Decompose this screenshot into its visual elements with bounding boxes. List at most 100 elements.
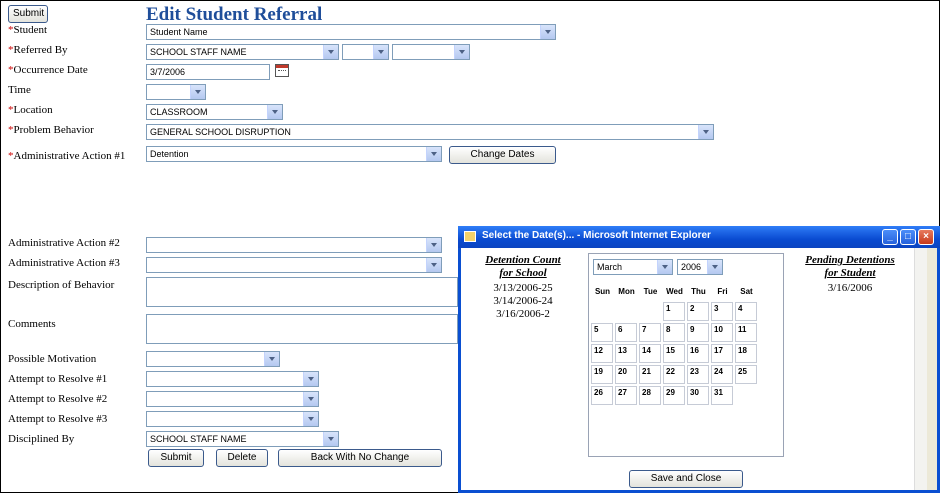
submit-button[interactable]: Submit	[148, 449, 204, 467]
ie-icon	[464, 231, 476, 242]
admin-action-3-select[interactable]	[146, 257, 442, 273]
calendar-day[interactable]: 26	[591, 386, 613, 405]
chevron-down-icon	[323, 45, 338, 59]
calendar-day[interactable]: 11	[735, 323, 757, 342]
calendar-day[interactable]: 6	[615, 323, 637, 342]
weekday-header: Thu	[691, 287, 706, 296]
chevron-down-icon	[454, 45, 469, 59]
location-label: *Location	[8, 104, 53, 116]
calendar-day[interactable]: 27	[615, 386, 637, 405]
calendar-day[interactable]: 31	[711, 386, 733, 405]
window-body: Detention Count for School 3/13/2006-25 …	[461, 248, 927, 490]
month-select[interactable]: March	[593, 259, 673, 275]
motivation-label: Possible Motivation	[8, 353, 97, 365]
list-item: 3/14/2006-24	[493, 295, 553, 307]
window-title: Select the Date(s)... - Microsoft Intern…	[482, 230, 711, 241]
calendar-day[interactable]: 2	[687, 302, 709, 321]
calendar-day[interactable]: 7	[639, 323, 661, 342]
calendar-day[interactable]: 12	[591, 344, 613, 363]
calendar-day[interactable]: 29	[663, 386, 685, 405]
calendar-day[interactable]: 24	[711, 365, 733, 384]
problem-behavior-select[interactable]: GENERAL SCHOOL DISRUPTION	[146, 124, 714, 140]
occurrence-date-input[interactable]: 3/7/2006	[146, 64, 270, 80]
admin-action-2-label: Administrative Action #2	[8, 237, 120, 249]
admin-action-2-select[interactable]	[146, 237, 442, 253]
calendar-icon[interactable]	[275, 64, 289, 77]
referred-by-label: *Referred By	[8, 44, 68, 56]
referred-by-select-2[interactable]	[342, 44, 389, 60]
calendar-grid: Sun Mon Tue Wed Thu Fri Sat 1 2 3 4 5 6 …	[589, 284, 759, 407]
chevron-down-icon	[657, 260, 672, 274]
calendar-day[interactable]: 4	[735, 302, 757, 321]
calendar-day[interactable]: 14	[639, 344, 661, 363]
calendar-day[interactable]: 22	[663, 365, 685, 384]
calendar-day[interactable]: 10	[711, 323, 733, 342]
admin-action-1-label: *Administrative Action #1	[8, 150, 126, 162]
maximize-icon[interactable]: □	[900, 229, 916, 245]
chevron-down-icon	[323, 432, 338, 446]
change-dates-button[interactable]: Change Dates	[449, 146, 556, 164]
calendar-day[interactable]: 20	[615, 365, 637, 384]
admin-action-1-select[interactable]: Detention	[146, 146, 442, 162]
window-titlebar[interactable]: Select the Date(s)... - Microsoft Intern…	[458, 226, 940, 248]
minimize-icon[interactable]: _	[882, 229, 898, 245]
chevron-down-icon	[267, 105, 282, 119]
calendar-day[interactable]: 19	[591, 365, 613, 384]
referred-by-select[interactable]: SCHOOL STAFF NAME	[146, 44, 339, 60]
resolve-3-label: Attempt to Resolve #3	[8, 413, 108, 425]
motivation-select[interactable]	[146, 351, 280, 367]
disciplined-by-select[interactable]: SCHOOL STAFF NAME	[146, 431, 339, 447]
window-scrollbar[interactable]	[914, 248, 927, 490]
description-label: Description of Behavior	[8, 279, 115, 291]
save-and-close-button[interactable]: Save and Close	[629, 470, 743, 488]
resolve-1-select[interactable]	[146, 371, 319, 387]
calendar-day[interactable]: 17	[711, 344, 733, 363]
chevron-down-icon	[303, 372, 318, 386]
resolve-1-label: Attempt to Resolve #1	[8, 373, 108, 385]
pending-detentions-list: 3/16/2006	[791, 282, 909, 295]
chevron-down-icon	[426, 238, 441, 252]
calendar-day[interactable]: 9	[687, 323, 709, 342]
weekday-header: Sat	[740, 287, 753, 296]
calendar-day[interactable]: 16	[687, 344, 709, 363]
comments-textarea[interactable]	[146, 314, 458, 344]
location-select[interactable]: CLASSROOM	[146, 104, 283, 120]
list-item: 3/13/2006-25	[493, 282, 553, 294]
student-select[interactable]: Student Name	[146, 24, 556, 40]
chevron-down-icon	[707, 260, 722, 274]
calendar-day[interactable]: 13	[615, 344, 637, 363]
resolve-2-select[interactable]	[146, 391, 319, 407]
time-select[interactable]	[146, 84, 206, 100]
year-select[interactable]: 2006	[677, 259, 723, 275]
list-item: 3/16/2006-2	[496, 308, 550, 320]
calendar-day[interactable]: 8	[663, 323, 685, 342]
delete-button[interactable]: Delete	[216, 449, 268, 467]
calendar-day[interactable]: 25	[735, 365, 757, 384]
calendar-day[interactable]: 23	[687, 365, 709, 384]
chevron-down-icon	[698, 125, 713, 139]
top-submit-button[interactable]: Submit	[8, 5, 48, 23]
referred-by-select-3[interactable]	[392, 44, 470, 60]
calendar-day[interactable]: 3	[711, 302, 733, 321]
calendar-day[interactable]: 15	[663, 344, 685, 363]
calendar-day[interactable]: 5	[591, 323, 613, 342]
chevron-down-icon	[264, 352, 279, 366]
disciplined-by-label: Disciplined By	[8, 433, 75, 445]
weekday-header: Fri	[717, 287, 728, 296]
page-title: Edit Student Referral	[146, 4, 323, 25]
pending-detentions-heading: Pending Detentions for Student	[805, 254, 895, 279]
calendar-day[interactable]: 18	[735, 344, 757, 363]
detention-count-list: 3/13/2006-25 3/14/2006-24 3/16/2006-2	[467, 282, 579, 321]
resolve-3-select[interactable]	[146, 411, 319, 427]
close-icon[interactable]: ×	[918, 229, 934, 245]
resolve-2-label: Attempt to Resolve #2	[8, 393, 108, 405]
calendar-day[interactable]: 21	[639, 365, 661, 384]
calendar: March 2006 Sun Mon Tue Wed Thu Fri Sat 1…	[588, 253, 784, 457]
detention-count-heading: Detention Count for School	[485, 254, 561, 279]
weekday-header: Tue	[643, 287, 658, 296]
description-textarea[interactable]	[146, 277, 458, 307]
calendar-day[interactable]: 30	[687, 386, 709, 405]
back-no-change-button[interactable]: Back With No Change	[278, 449, 442, 467]
calendar-day[interactable]: 28	[639, 386, 661, 405]
calendar-day[interactable]: 1	[663, 302, 685, 321]
